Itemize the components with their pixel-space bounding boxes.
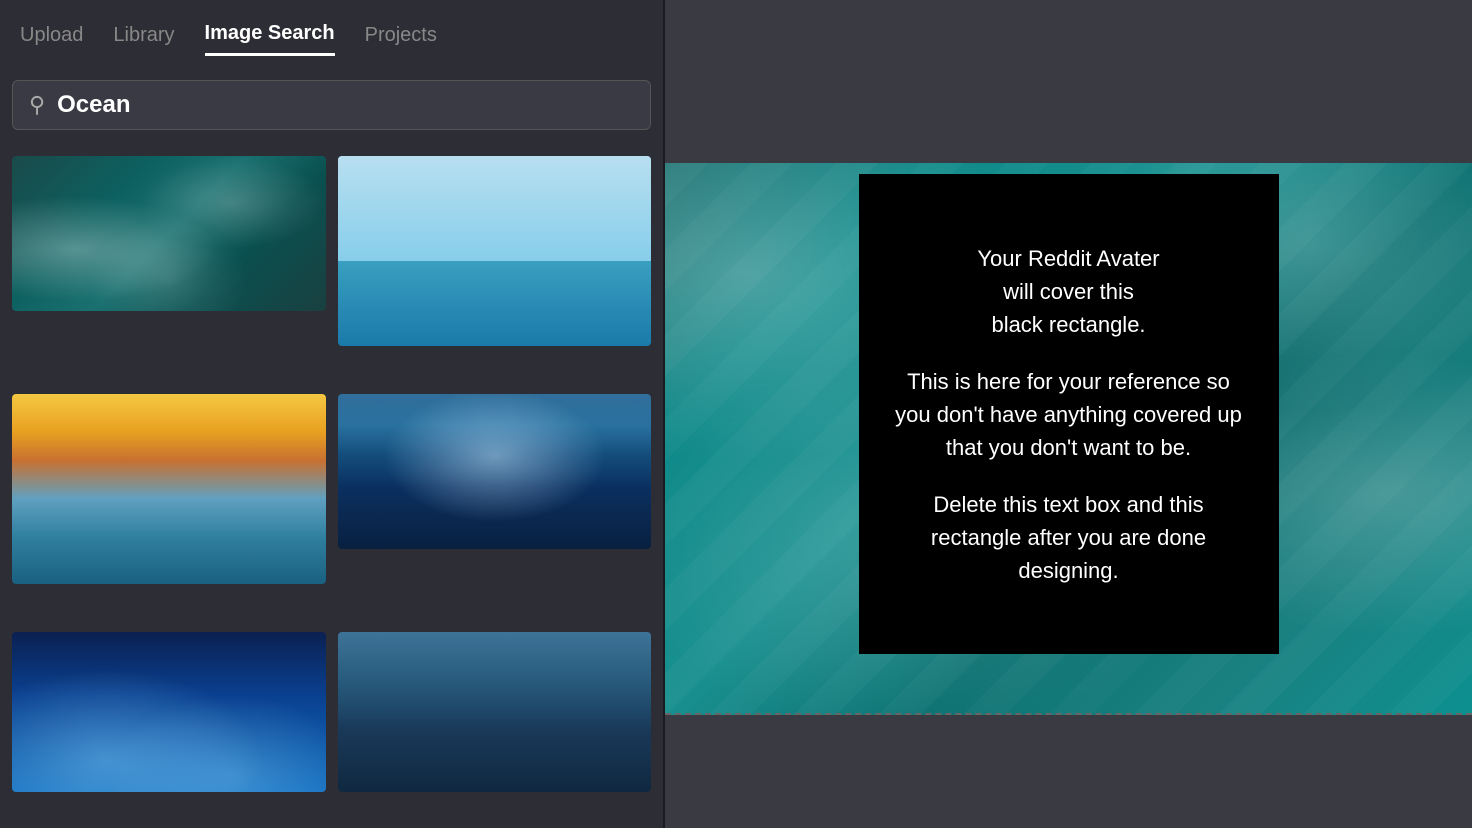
search-container: ⚲: [0, 70, 663, 144]
left-panel: Upload Library Image Search Projects ⚲: [0, 0, 665, 828]
search-bar: ⚲: [12, 80, 651, 130]
list-item[interactable]: [12, 394, 326, 584]
reference-para-1: Your Reddit Avater will cover this black…: [889, 242, 1249, 341]
image-grid: [0, 144, 663, 828]
tab-upload[interactable]: Upload: [20, 16, 83, 55]
list-item[interactable]: [338, 632, 652, 792]
right-panel: Your Reddit Avater will cover this black…: [665, 0, 1472, 828]
tab-library[interactable]: Library: [113, 16, 174, 55]
search-icon: ⚲: [29, 94, 45, 116]
list-item[interactable]: [338, 156, 652, 346]
nav-tabs: Upload Library Image Search Projects: [0, 0, 663, 70]
reference-text: Your Reddit Avater will cover this black…: [889, 242, 1249, 587]
list-item[interactable]: [12, 156, 326, 311]
reference-rectangle: Your Reddit Avater will cover this black…: [859, 174, 1279, 654]
reference-para-2: This is here for your reference so you d…: [889, 365, 1249, 464]
reference-para-3: Delete this text box and this rectangle …: [889, 488, 1249, 587]
list-item[interactable]: [12, 632, 326, 792]
search-input[interactable]: [57, 91, 634, 119]
canvas-area: Your Reddit Avater will cover this black…: [665, 0, 1472, 828]
tab-projects[interactable]: Projects: [365, 16, 437, 55]
list-item[interactable]: [338, 394, 652, 549]
tab-image-search[interactable]: Image Search: [205, 14, 335, 56]
